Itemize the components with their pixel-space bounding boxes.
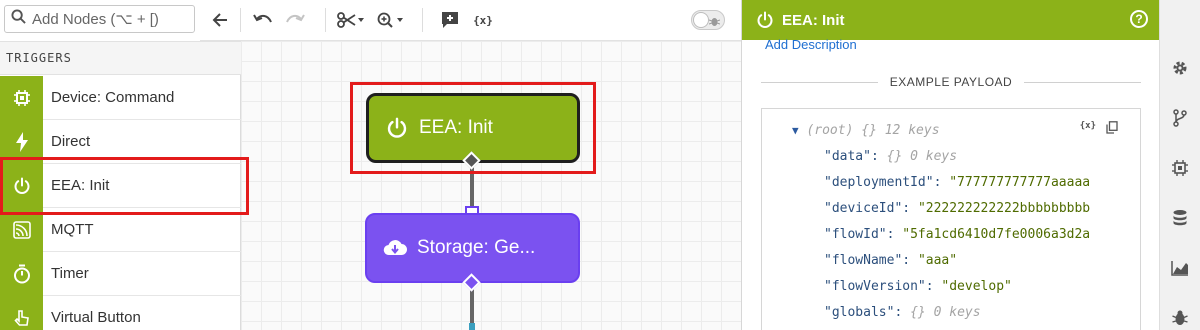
- branch-icon[interactable]: [1170, 108, 1190, 128]
- payload-key: "flowName": [824, 253, 903, 268]
- payload-row[interactable]: "globals": {} 0 keys: [824, 305, 981, 320]
- trigger-item-label: MQTT: [51, 221, 94, 238]
- payload-value: "aaa": [917, 253, 958, 268]
- toggle-knob: [693, 12, 709, 28]
- payload-value: "222222222222bbbbbbbbb: [917, 201, 1091, 216]
- payload-row[interactable]: "deviceId": "222222222222bbbbbbbbb: [824, 201, 1090, 216]
- payload-key: "flowId": [824, 227, 887, 242]
- payload-row[interactable]: "flowId": "5fa1cd6410d7fe0006a3d2a: [824, 227, 1090, 242]
- add-description-link[interactable]: Add Description: [765, 37, 857, 52]
- payload-key: "globals": [824, 305, 895, 320]
- payload-row[interactable]: "deploymentId": "777777777777aaaaa: [824, 175, 1090, 190]
- cloud-download-icon: [367, 239, 417, 257]
- trigger-item-label: Device: Command: [51, 89, 175, 106]
- node-storage-get[interactable]: Storage: Ge...: [365, 213, 580, 283]
- payload-value: "5fa1cd6410d7fe0006a3d2a: [902, 227, 1091, 242]
- chip-icon[interactable]: [1170, 158, 1190, 178]
- undo-icon[interactable]: [250, 8, 276, 32]
- payload-value: {}: [886, 149, 903, 164]
- canvas-toolbar: {x}: [200, 0, 741, 41]
- example-payload-title: EXAMPLE PAYLOAD: [889, 75, 1013, 89]
- add-comment-icon[interactable]: [438, 8, 462, 32]
- node-connection-next: [469, 323, 475, 330]
- debug-toggle[interactable]: [691, 10, 725, 30]
- trigger-item-virtual-button[interactable]: Virtual Button: [0, 295, 241, 330]
- back-arrow-icon[interactable]: [208, 8, 232, 32]
- divider: [761, 81, 878, 83]
- toolbar-divider: [325, 8, 326, 32]
- bug-icon: [708, 14, 721, 32]
- power-icon: [756, 11, 774, 29]
- payload-value: {}: [910, 305, 926, 320]
- triggers-section-title: TRIGGERS: [0, 41, 241, 75]
- payload-root-row[interactable]: ▼ (root) {} 12 keys: [792, 123, 940, 138]
- variables-icon[interactable]: {x}: [1080, 121, 1096, 138]
- scissors-icon[interactable]: [336, 8, 366, 32]
- example-payload-header: EXAMPLE PAYLOAD: [761, 74, 1141, 90]
- workflow-editor: TRIGGERS Device: Command Direct EEA: Ini…: [0, 0, 1200, 330]
- search-input[interactable]: [32, 10, 182, 28]
- zoom-icon[interactable]: [376, 8, 408, 32]
- payload-key: "deviceId": [824, 201, 903, 216]
- trigger-item-label: Direct: [51, 133, 91, 150]
- toolbar-divider: [240, 8, 241, 32]
- payload-value: "777777777777aaaaa: [949, 175, 1091, 190]
- trigger-item-device-command[interactable]: Device: Command: [0, 75, 241, 120]
- node-label: Storage: Ge...: [417, 237, 536, 258]
- help-icon[interactable]: ?: [1130, 10, 1148, 28]
- payload-row[interactable]: "flowVersion": "develop": [824, 279, 1012, 294]
- panel-title: EEA: Init: [782, 11, 845, 29]
- payload-json-viewer[interactable]: {x} ▼ (root) {} 12 keys "data": {} 0 key…: [761, 108, 1141, 330]
- chip-icon: [0, 75, 43, 120]
- payload-row[interactable]: "data": {} 0 keys: [824, 149, 957, 164]
- payload-key: "data": [824, 149, 871, 164]
- database-icon[interactable]: [1170, 208, 1190, 228]
- variables-icon[interactable]: {x}: [470, 8, 496, 32]
- trigger-item-timer[interactable]: Timer: [0, 251, 241, 296]
- right-icon-rail: [1159, 0, 1200, 330]
- divider: [1024, 81, 1141, 83]
- payload-row[interactable]: "flowName": "aaa": [824, 253, 957, 268]
- chart-icon[interactable]: [1170, 258, 1190, 278]
- expand-caret-icon[interactable]: ▼: [792, 124, 799, 137]
- payload-note: 0 keys: [910, 149, 958, 164]
- payload-key: "flowVersion": [824, 279, 926, 294]
- root-braces: {}: [861, 123, 877, 138]
- root-label: (root): [806, 123, 854, 138]
- root-count: 12 keys: [884, 123, 940, 138]
- gear-icon[interactable]: [1170, 58, 1190, 78]
- payload-value: "develop": [941, 279, 1012, 294]
- trigger-item-label: Timer: [51, 265, 89, 282]
- node-highlight: [350, 82, 596, 174]
- redo-icon[interactable]: [282, 8, 308, 32]
- payload-actions: {x}: [1080, 121, 1118, 138]
- bug-icon[interactable]: [1170, 308, 1190, 328]
- toolbar-divider: [422, 8, 423, 32]
- panel-header: EEA: Init ?: [742, 0, 1160, 40]
- node-properties-panel: EEA: Init ? Add Description EXAMPLE PAYL…: [741, 0, 1160, 330]
- search-icon: [11, 9, 26, 29]
- add-nodes-search[interactable]: [4, 5, 195, 33]
- payload-key: "deploymentId": [824, 175, 934, 190]
- copy-icon[interactable]: [1106, 121, 1118, 138]
- stopwatch-icon: [0, 251, 43, 296]
- cursor-icon: [0, 295, 43, 330]
- sidebar-highlight: [0, 157, 249, 215]
- payload-note: 0 keys: [933, 305, 981, 320]
- trigger-item-label: Virtual Button: [51, 309, 141, 326]
